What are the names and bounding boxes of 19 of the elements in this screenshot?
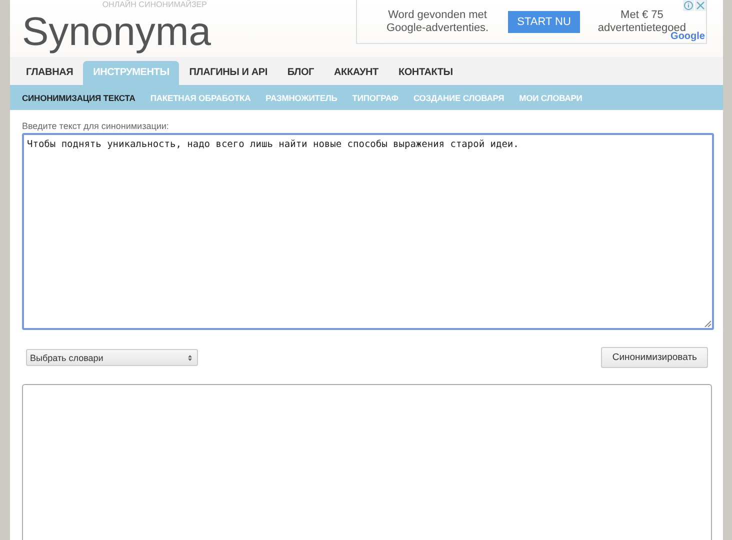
text-input-area[interactable]: Чтобы поднять уникальность, надо всего лишь найти новые способы выражения старой идеи. [22,133,714,330]
nav-tab[interactable]: ГЛАВНАЯ [16,61,84,85]
tagline: ОНЛАЙН СИНОНИМАЙЗЕР [102,0,207,9]
nav-tab[interactable]: БЛОГ [277,61,324,85]
updown-arrows-icon [188,354,192,360]
dictionary-select[interactable]: Выбрать словари [26,349,198,366]
close-icon[interactable] [695,0,706,11]
site-logo[interactable]: Synonyma [22,9,211,56]
nav-tab[interactable]: ПЛАГИНЫ И API [179,61,278,85]
nav-tab[interactable]: АККАУНТ [324,61,388,85]
input-label: Введите текст для синонимизации: [22,121,170,131]
resize-grip-icon[interactable] [704,320,711,327]
info-icon[interactable] [683,0,694,11]
subnav-tab[interactable]: СИНОНИМИЗАЦИЯ ТЕКСТА [22,92,136,102]
synonymize-button[interactable]: Синонимизировать [601,347,708,368]
ad-text: Word gevonden met Google-advertenties. [386,8,490,34]
ad-brand: Google [670,31,705,42]
ad-text: Met € 75 advertentietegoed [598,8,686,34]
nav-tab[interactable]: КОНТАКТЫ [388,61,463,85]
